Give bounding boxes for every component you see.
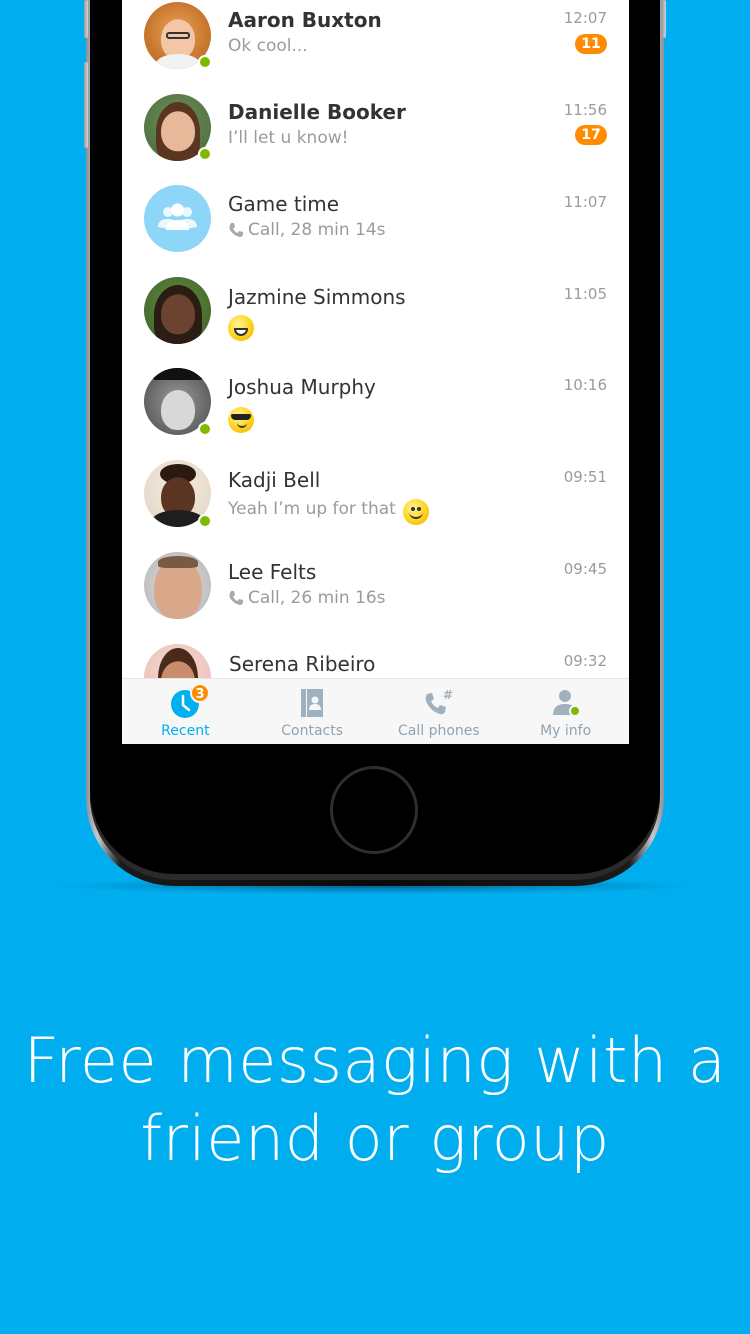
tab-my-info[interactable]: My info — [502, 679, 629, 744]
contacts-book-icon — [301, 689, 324, 717]
caption-line-1: Free messaging with a — [23, 1024, 727, 1097]
online-status-dot — [198, 55, 212, 69]
caption-line-2: friend or group — [140, 1102, 610, 1175]
online-status-dot — [198, 514, 212, 528]
avatar — [144, 552, 211, 619]
message-time: 10:16 — [563, 376, 607, 394]
chat-row-joshua-murphy[interactable]: Joshua Murphy 10:16 — [122, 367, 629, 459]
tab-call-phones[interactable]: # Call phones — [376, 679, 503, 744]
avatar — [144, 277, 211, 344]
contact-name: Danielle Booker — [228, 100, 406, 124]
marketing-caption: Free messaging with a friend or group — [0, 1022, 750, 1178]
message-time: 12:07 — [563, 9, 607, 27]
tab-label: Contacts — [281, 723, 343, 739]
home-button[interactable] — [330, 766, 418, 854]
unread-count-badge: 17 — [575, 125, 607, 145]
chat-row-danielle-booker[interactable]: Danielle Booker I’ll let u know! 11:56 1… — [122, 92, 629, 184]
conversation-name: Game time — [228, 192, 340, 216]
online-status-dot — [198, 147, 212, 161]
contact-name: Lee Felts — [228, 560, 317, 584]
phone-icon — [229, 591, 243, 605]
chat-row-lee-felts[interactable]: Lee Felts Call, 26 min 16s 09:45 — [122, 551, 629, 643]
chat-row-kadji-bell[interactable]: Kadji Bell Yeah I’m up for that 09:51 — [122, 459, 629, 551]
cool-sunglasses-emoji — [228, 407, 254, 433]
message-preview — [228, 315, 254, 341]
message-preview: Yeah I’m up for that — [228, 496, 429, 525]
app-screen: Aaron Buxton Ok cool... 12:07 11 Daniell… — [122, 0, 629, 744]
contact-name: Joshua Murphy — [228, 375, 376, 399]
tab-label: My info — [540, 723, 592, 739]
recent-badge: 3 — [190, 683, 210, 703]
tab-label: Call phones — [398, 723, 480, 739]
user-icon — [552, 690, 581, 717]
message-preview: Call, 28 min 14s — [228, 220, 386, 240]
chat-row-aaron-buxton[interactable]: Aaron Buxton Ok cool... 12:07 11 — [122, 0, 629, 92]
group-avatar — [144, 185, 211, 252]
contact-name: Kadji Bell — [228, 468, 321, 492]
chat-row-jazmine-simmons[interactable]: Jazmine Simmons 11:05 — [122, 276, 629, 368]
message-time: 11:05 — [563, 285, 607, 303]
laughing-emoji — [228, 315, 254, 341]
volume-button-up — [84, 0, 88, 38]
message-preview: Call, 26 min 16s — [228, 588, 386, 608]
message-time: 11:56 — [563, 101, 607, 119]
unread-count-badge: 11 — [575, 34, 607, 54]
online-status-dot — [198, 422, 212, 436]
tab-contacts[interactable]: Contacts — [249, 679, 376, 744]
message-time: 09:51 — [563, 468, 607, 486]
power-button — [662, 0, 666, 38]
bottom-tab-bar: 3 Recent Contacts # Call phones My info — [122, 678, 629, 744]
chat-row-game-time[interactable]: Game time Call, 28 min 14s 11:07 — [122, 184, 629, 276]
volume-button-down — [84, 62, 88, 148]
dialpad-phone-icon: # — [425, 688, 453, 715]
tab-label: Recent — [161, 723, 210, 739]
smile-emoji — [402, 499, 429, 525]
phone-icon — [229, 223, 243, 237]
svg-text:#: # — [443, 688, 453, 702]
group-icon — [158, 203, 197, 230]
message-time: 11:07 — [563, 193, 607, 211]
message-preview: Ok cool... — [228, 36, 308, 56]
message-time: 09:45 — [563, 560, 607, 578]
message-preview: I’ll let u know! — [228, 128, 349, 148]
tab-recent[interactable]: 3 Recent — [122, 679, 249, 744]
message-preview — [228, 407, 254, 433]
contact-name: Serena Ribeiro — [229, 652, 376, 676]
message-time: 09:32 — [563, 652, 607, 670]
contact-name: Aaron Buxton — [228, 8, 382, 32]
contact-name: Jazmine Simmons — [228, 285, 406, 309]
